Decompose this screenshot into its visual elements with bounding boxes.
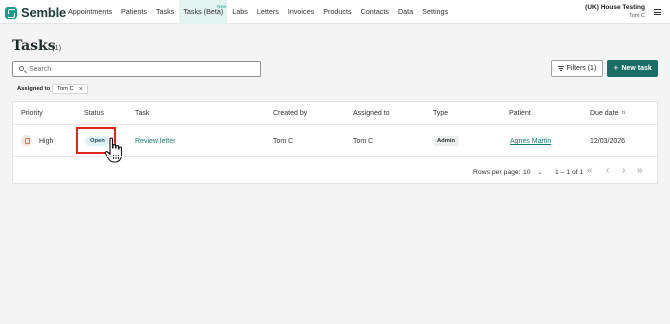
priority-value: High: [39, 138, 54, 145]
new-task-label: New task: [621, 65, 652, 72]
top-navigation: Semble Appointments Patients Tasks Tasks…: [0, 0, 670, 24]
column-header-due-date[interactable]: Due date ⇅: [590, 110, 626, 117]
app-logo[interactable]: Semble: [5, 5, 66, 20]
type-badge: Admin: [433, 136, 460, 146]
column-header-priority[interactable]: Priority: [21, 110, 43, 117]
sort-icon: ⇅: [621, 110, 626, 117]
row-divider: [13, 156, 657, 157]
new-task-button[interactable]: + New task: [607, 60, 658, 77]
semble-logo-icon: [5, 6, 17, 19]
rows-per-page-select[interactable]: 10: [523, 169, 531, 176]
created-by-value: Tom C: [273, 138, 294, 145]
header-divider: [13, 124, 657, 125]
search-icon: [19, 66, 24, 71]
pagination-range: 1 – 1 of 1: [555, 169, 584, 176]
menu-icon[interactable]: [654, 9, 661, 15]
nav-tasks[interactable]: Tasks: [156, 0, 174, 24]
task-count: (1): [52, 43, 62, 52]
new-badge: New: [217, 4, 227, 9]
main-menu: Appointments Patients Tasks Tasks (Beta)…: [68, 0, 457, 24]
search-placeholder: Search: [29, 66, 52, 73]
page-title: Tasks: [12, 38, 56, 54]
filter-icon: [557, 66, 564, 71]
search-input[interactable]: Search: [12, 61, 261, 77]
nav-letters[interactable]: Letters: [257, 0, 279, 24]
account-switcher[interactable]: (UK) House Testing Tom C: [585, 4, 645, 19]
user-name: Tom C: [629, 13, 645, 19]
org-name: (UK) House Testing: [585, 4, 645, 11]
column-header-status[interactable]: Status: [84, 110, 104, 117]
due-date-value: 12/03/2026: [590, 138, 626, 145]
chevron-down-icon[interactable]: ⌄: [537, 168, 542, 176]
column-header-patient[interactable]: Patient: [509, 110, 531, 117]
close-icon[interactable]: ×: [79, 86, 83, 93]
filters-label: Filters (1): [566, 65, 597, 72]
task-link[interactable]: Review letter: [135, 138, 175, 145]
hand-pointer-icon: [104, 137, 123, 163]
column-header-assigned-to[interactable]: Assigned to: [353, 110, 390, 117]
rows-per-page-label: Rows per page:: [473, 169, 521, 176]
app-name: Semble: [21, 5, 67, 20]
nav-appointments[interactable]: Appointments: [68, 0, 112, 24]
patient-link[interactable]: Agnes Martin: [510, 138, 551, 145]
assigned-to-value: Tom C: [353, 138, 374, 145]
column-header-created-by[interactable]: Created by: [273, 110, 307, 117]
nav-products[interactable]: Products: [323, 0, 351, 24]
nav-invoices[interactable]: Invoices: [288, 0, 314, 24]
nav-settings[interactable]: Settings: [422, 0, 448, 24]
filters-button[interactable]: Filters (1): [551, 60, 603, 77]
filter-chip-label: Assigned to: [17, 86, 51, 92]
next-page-icon[interactable]: ›: [622, 166, 625, 176]
previous-page-icon[interactable]: ‹: [606, 166, 609, 176]
plus-icon: +: [613, 63, 619, 73]
filter-chip-value: Tom C: [57, 86, 74, 92]
last-page-icon[interactable]: »: [637, 166, 643, 176]
filter-chip: Tom C ×: [52, 84, 88, 94]
nav-data[interactable]: Data: [398, 0, 413, 24]
nav-patients[interactable]: Patients: [121, 0, 147, 24]
nav-contacts[interactable]: Contacts: [361, 0, 389, 24]
nav-tasks-beta[interactable]: Tasks (Beta) New: [179, 0, 228, 24]
first-page-icon[interactable]: «: [587, 166, 593, 176]
nav-labs[interactable]: Labs: [232, 0, 248, 24]
column-header-type[interactable]: Type: [433, 110, 448, 117]
priority-flag-icon: [21, 135, 32, 146]
tasks-table: Priority Status Task Created by Assigned…: [12, 101, 658, 184]
due-date-header-label: Due date: [590, 110, 619, 117]
column-header-task[interactable]: Task: [135, 110, 149, 117]
